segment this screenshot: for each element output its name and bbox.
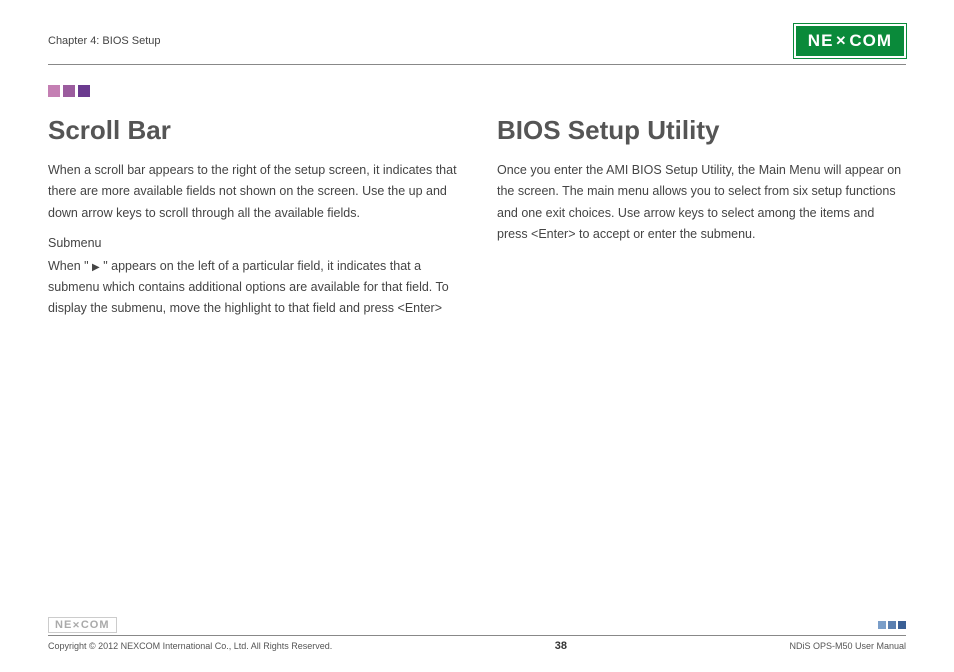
submenu-paragraph: When " ▶ " appears on the left of a part… <box>48 256 457 320</box>
right-column: BIOS Setup Utility Once you enter the AM… <box>497 115 906 332</box>
chapter-label: Chapter 4: BIOS Setup <box>48 35 161 47</box>
square-icon <box>63 85 75 97</box>
footer-decorative-squares <box>878 621 906 629</box>
footer-logo: NE✕COM <box>48 617 117 633</box>
bios-setup-heading: BIOS Setup Utility <box>497 115 906 146</box>
left-column: Scroll Bar When a scroll bar appears to … <box>48 115 457 332</box>
scroll-bar-heading: Scroll Bar <box>48 115 457 146</box>
main-content: Scroll Bar When a scroll bar appears to … <box>48 115 906 332</box>
square-icon <box>898 621 906 629</box>
copyright-text: Copyright © 2012 NEXCOM International Co… <box>48 641 332 651</box>
square-icon <box>888 621 896 629</box>
decorative-squares <box>48 85 906 97</box>
square-icon <box>78 85 90 97</box>
scroll-bar-paragraph: When a scroll bar appears to the right o… <box>48 160 457 224</box>
square-icon <box>48 85 60 97</box>
bios-setup-paragraph: Once you enter the AMI BIOS Setup Utilit… <box>497 160 906 245</box>
page-header: Chapter 4: BIOS Setup NE✕COM <box>48 24 906 65</box>
page-number: 38 <box>555 640 567 652</box>
square-icon <box>878 621 886 629</box>
manual-name: NDiS OPS-M50 User Manual <box>789 641 906 651</box>
triangle-right-icon: ▶ <box>92 262 100 273</box>
nexcom-logo: NE✕COM <box>794 24 906 58</box>
page-footer: NE✕COM Copyright © 2012 NEXCOM Internati… <box>48 617 906 652</box>
submenu-subheading: Submenu <box>48 236 457 250</box>
